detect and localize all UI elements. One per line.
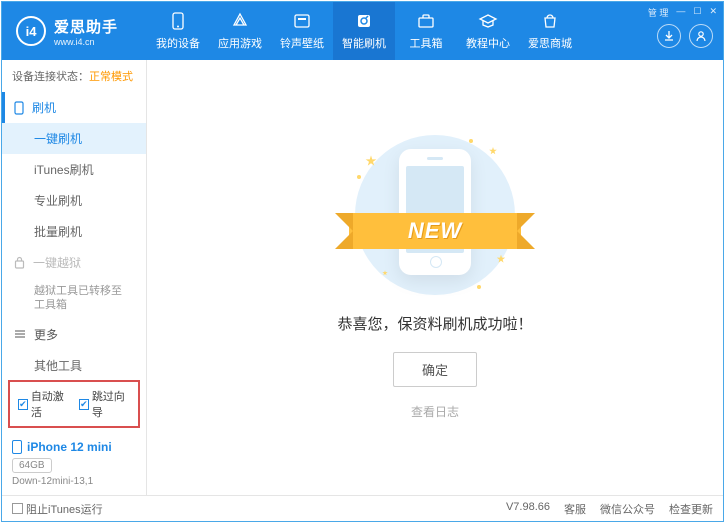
user-button[interactable] — [689, 24, 713, 48]
device-info[interactable]: iPhone 12 mini 64GB Down-12mini-13,1 — [2, 432, 146, 495]
jailbreak-note: 越狱工具已转移至 工具箱 — [2, 278, 146, 319]
logo-text: 爱思助手 www.i4.cn — [54, 16, 118, 47]
section-label: 刷机 — [32, 99, 56, 116]
sidebar-item-other-tools[interactable]: 其他工具 — [2, 350, 146, 376]
status-value: 正常模式 — [89, 71, 133, 83]
footer: 阻止iTunes运行 V7.98.66 客服 微信公众号 检查更新 — [2, 495, 723, 521]
app-window: i4 爱思助手 www.i4.cn 我的设备 应用游戏 铃声壁纸 智能刷机 — [1, 1, 724, 522]
menu-control[interactable]: 管 理 — [648, 6, 669, 19]
footer-link-support[interactable]: 客服 — [564, 501, 586, 517]
success-message: 恭喜您，保资料刷机成功啦！ — [337, 313, 532, 334]
nav-apps-games[interactable]: 应用游戏 — [209, 2, 271, 60]
app-header: i4 爱思助手 www.i4.cn 我的设备 应用游戏 铃声壁纸 智能刷机 — [2, 2, 723, 60]
section-label: 更多 — [34, 326, 58, 343]
phone-icon — [14, 101, 24, 115]
maximize-button[interactable]: ☐ — [693, 6, 701, 19]
main-content: NEW 恭喜您，保资料刷机成功啦！ 确定 查看日志 — [147, 60, 723, 495]
checkbox-skip-guide[interactable]: ✔跳过向导 — [79, 388, 130, 420]
view-log-link[interactable]: 查看日志 — [411, 403, 459, 420]
header-actions — [657, 24, 713, 48]
sidebar-item-pro-flash[interactable]: 专业刷机 — [2, 185, 146, 216]
app-url: www.i4.cn — [54, 37, 118, 47]
main-nav: 我的设备 应用游戏 铃声壁纸 智能刷机 工具箱 教程中心 — [147, 2, 581, 60]
lock-icon — [14, 256, 25, 269]
status-label: 设备连接状态： — [12, 71, 89, 83]
device-name: iPhone 12 mini — [12, 440, 136, 454]
checkbox-block-itunes[interactable]: 阻止iTunes运行 — [12, 501, 103, 517]
footer-link-wechat[interactable]: 微信公众号 — [600, 501, 655, 517]
checkbox-icon — [12, 503, 23, 514]
device-icon — [168, 11, 188, 31]
success-illustration: NEW — [355, 135, 515, 295]
tutorial-icon — [478, 11, 498, 31]
footer-link-update[interactable]: 检查更新 — [669, 501, 713, 517]
sidebar-section-jailbreak[interactable]: 一键越狱 — [2, 247, 146, 278]
nav-store[interactable]: 爱思商城 — [519, 2, 581, 60]
sidebar-section-flash[interactable]: 刷机 — [2, 92, 146, 123]
app-body: 设备连接状态：正常模式 刷机 一键刷机 iTunes刷机 专业刷机 批量刷机 一… — [2, 60, 723, 495]
close-button[interactable]: ✕ — [709, 6, 717, 19]
nav-smart-flash[interactable]: 智能刷机 — [333, 2, 395, 60]
version-label: V7.98.66 — [506, 501, 550, 517]
device-icon — [12, 440, 22, 454]
device-firmware: Down-12mini-13,1 — [12, 476, 136, 487]
flash-icon — [354, 11, 374, 31]
ribbon-text: NEW — [408, 218, 462, 244]
sidebar-item-itunes-flash[interactable]: iTunes刷机 — [2, 154, 146, 185]
app-logo-icon: i4 — [16, 16, 46, 46]
app-name: 爱思助手 — [54, 16, 118, 37]
connection-status: 设备连接状态：正常模式 — [2, 60, 146, 92]
nav-tutorials[interactable]: 教程中心 — [457, 2, 519, 60]
window-controls: 管 理 — ☐ ✕ — [648, 6, 717, 19]
sidebar: 设备连接状态：正常模式 刷机 一键刷机 iTunes刷机 专业刷机 批量刷机 一… — [2, 60, 147, 495]
flash-options: ✔自动激活 ✔跳过向导 — [8, 380, 140, 428]
nav-toolbox[interactable]: 工具箱 — [395, 2, 457, 60]
ok-button[interactable]: 确定 — [393, 352, 477, 387]
checkbox-icon: ✔ — [18, 399, 28, 410]
toolbox-icon — [416, 11, 436, 31]
nav-ringtone-wallpaper[interactable]: 铃声壁纸 — [271, 2, 333, 60]
store-icon — [540, 11, 560, 31]
apps-icon — [230, 11, 250, 31]
download-button[interactable] — [657, 24, 681, 48]
checkbox-auto-activate[interactable]: ✔自动激活 — [18, 388, 69, 420]
sidebar-item-oneclick-flash[interactable]: 一键刷机 — [2, 123, 146, 154]
device-storage: 64GB — [12, 458, 52, 473]
section-label: 一键越狱 — [33, 254, 81, 271]
more-icon — [14, 329, 26, 339]
logo-area: i4 爱思助手 www.i4.cn — [2, 16, 147, 47]
sidebar-item-batch-flash[interactable]: 批量刷机 — [2, 216, 146, 247]
footer-right: V7.98.66 客服 微信公众号 检查更新 — [506, 501, 713, 517]
minimize-button[interactable]: — — [676, 6, 685, 19]
sidebar-list: 刷机 一键刷机 iTunes刷机 专业刷机 批量刷机 一键越狱 越狱工具已转移至… — [2, 92, 146, 376]
sidebar-section-more[interactable]: 更多 — [2, 319, 146, 350]
nav-my-device[interactable]: 我的设备 — [147, 2, 209, 60]
checkbox-icon: ✔ — [79, 399, 89, 410]
wallpaper-icon — [292, 11, 312, 31]
